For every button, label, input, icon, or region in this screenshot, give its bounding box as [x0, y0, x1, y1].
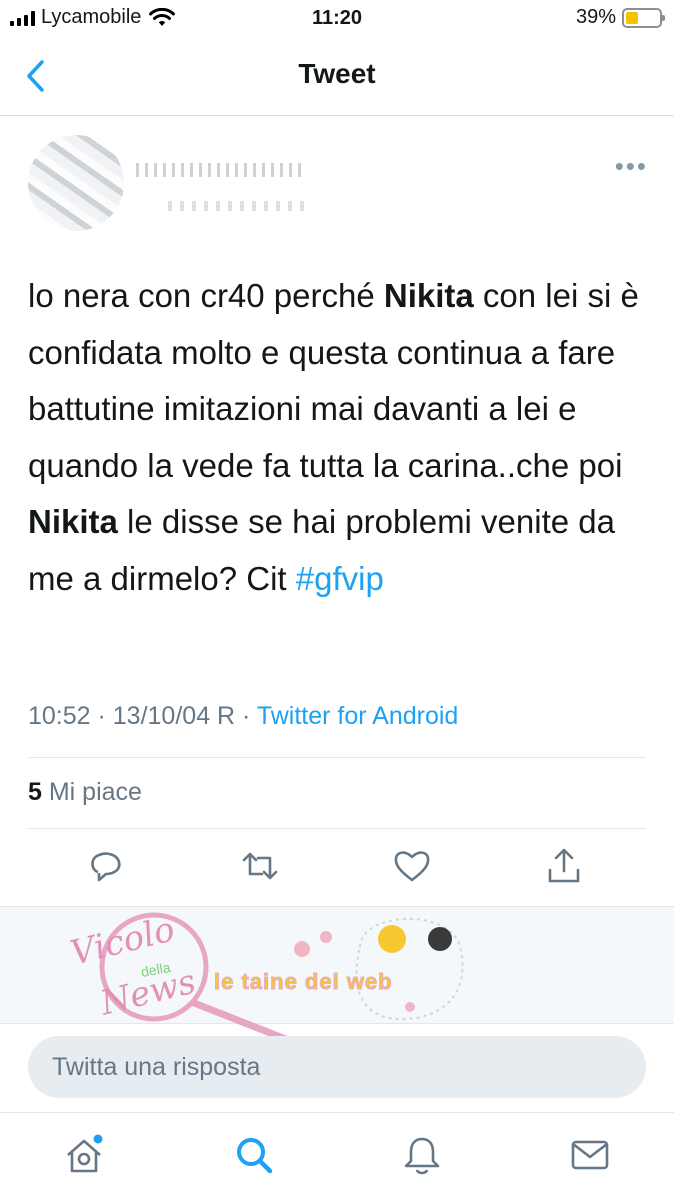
- reply-placeholder: Twitta una risposta: [52, 1053, 261, 1081]
- watermark-caption: le taine del web: [214, 969, 393, 995]
- status-bar: Lycamobile 11:20 39%: [0, 0, 674, 40]
- reply-input[interactable]: Twitta una risposta: [28, 1036, 646, 1098]
- tweet-text-part: lo nera con cr40 perché: [28, 277, 384, 314]
- nav-bar: Tweet: [0, 40, 674, 116]
- hashtag-link[interactable]: #gfvip: [296, 560, 384, 597]
- mention-name: Nikita: [28, 503, 118, 540]
- search-icon[interactable]: [232, 1133, 276, 1177]
- tweet-text: lo nera con cr40 perché Nikita con lei s…: [28, 268, 650, 607]
- share-icon[interactable]: [544, 846, 584, 886]
- likes-count[interactable]: 5 Mi piace: [28, 778, 142, 807]
- mail-icon[interactable]: [568, 1133, 612, 1177]
- tweet-timestamp: 10:52 · 13/10/04 R ·: [28, 702, 257, 730]
- tab-bar: [0, 1112, 674, 1201]
- reply-icon[interactable]: [86, 846, 126, 886]
- status-time: 11:20: [311, 7, 363, 29]
- watermark-decoration: [355, 917, 464, 1021]
- mention-name: Nikita: [383, 277, 474, 314]
- bell-icon[interactable]: [400, 1133, 444, 1177]
- watermark-band: Vicolo della News le taine del web: [0, 906, 674, 1047]
- battery-percent: 39%: [575, 6, 616, 28]
- tweet-author[interactable]: •••: [28, 125, 648, 240]
- battery-icon: [622, 7, 665, 28]
- page-title: Tweet: [298, 58, 376, 89]
- tweet-source-link[interactable]: Twitter for Android: [257, 702, 458, 730]
- status-right: 39%: [575, 6, 665, 29]
- avatar[interactable]: [28, 135, 124, 231]
- likes-number: 5: [28, 778, 42, 806]
- more-horizontal-icon[interactable]: •••: [615, 153, 648, 179]
- divider: [28, 828, 646, 829]
- author-handle-blurred: [168, 201, 308, 211]
- likes-label: Mi piace: [41, 778, 142, 806]
- tweet-actions: [0, 846, 674, 896]
- author-name-blurred[interactable]: [136, 163, 306, 177]
- retweet-icon[interactable]: [240, 846, 280, 886]
- divider: [28, 757, 646, 758]
- home-icon[interactable]: [62, 1133, 106, 1177]
- heart-icon[interactable]: [392, 846, 432, 886]
- tweet-meta: 10:52 · 13/10/04 R · Twitter for Android: [28, 702, 458, 731]
